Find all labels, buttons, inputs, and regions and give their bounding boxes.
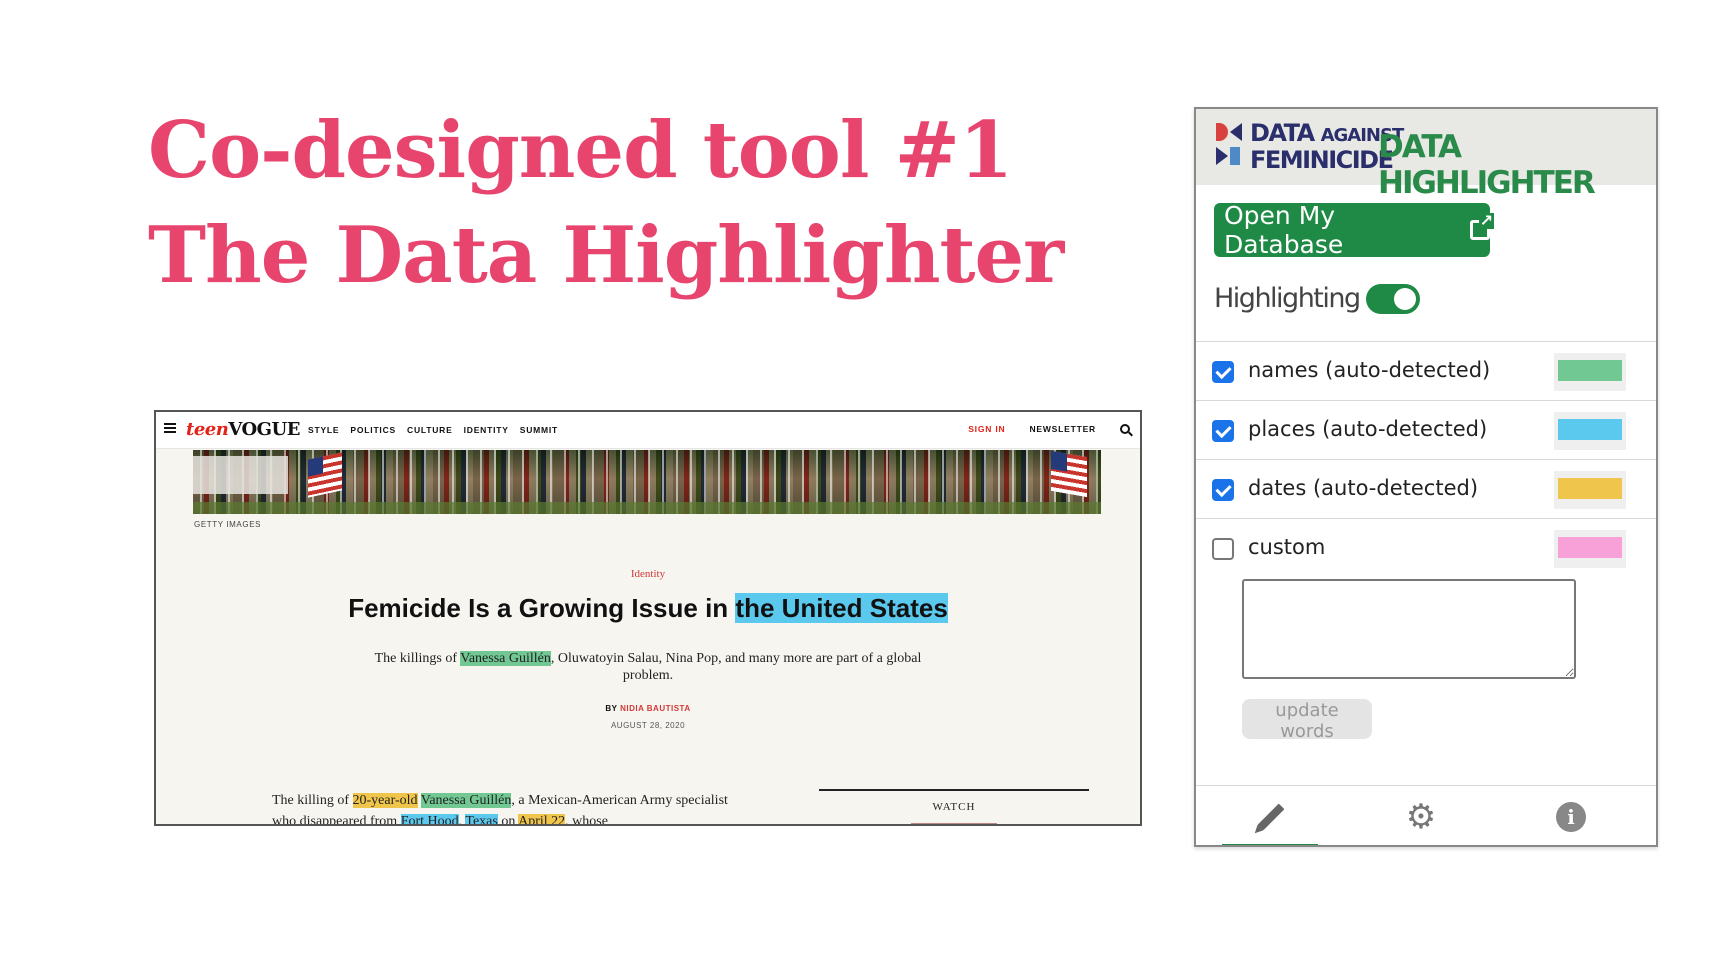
site-nav-right: SIGN IN NEWSLETTER — [968, 424, 1130, 434]
dek-text: The killings of — [374, 651, 461, 666]
nav-link-summit[interactable]: SUMMIT — [520, 425, 558, 435]
image-credit: GETTY IMAGES — [194, 520, 262, 529]
flag-graphic — [1051, 450, 1087, 498]
dates-checkbox[interactable] — [1212, 479, 1234, 501]
byline-prefix: BY — [605, 704, 621, 713]
names-checkbox[interactable] — [1212, 361, 1234, 383]
search-icon[interactable] — [1120, 424, 1130, 434]
highlighting-row: Highlighting — [1214, 283, 1420, 314]
highlighting-label: Highlighting — [1214, 283, 1361, 314]
highlight-date: 20-year-old — [352, 793, 418, 808]
highlighting-toggle[interactable] — [1365, 283, 1420, 314]
update-words-button[interactable]: update words — [1242, 699, 1372, 742]
color-picker[interactable] — [1554, 353, 1626, 391]
color-swatch — [1558, 537, 1622, 558]
tab-info[interactable]: i — [1496, 786, 1646, 845]
open-database-label: Open My Database — [1224, 201, 1344, 259]
sign-in-link[interactable]: SIGN IN — [968, 424, 1005, 434]
highlight-place: Texas — [465, 814, 498, 824]
highlight-date: April 22 — [518, 814, 566, 824]
site-navbar: teenVOGUE STYLE POLITICS CULTURE IDENTIT… — [156, 412, 1140, 449]
color-swatch — [1558, 419, 1622, 440]
brand-line-1: DATA — [1250, 119, 1315, 147]
site-nav-links: STYLE POLITICS CULTURE IDENTITY SUMMIT — [308, 425, 558, 435]
publish-date: AUGUST 28, 2020 — [610, 721, 686, 730]
highlight-name: Vanessa Guillén — [420, 793, 512, 808]
places-checkbox[interactable] — [1212, 420, 1234, 442]
color-picker[interactable] — [1554, 412, 1626, 450]
tab-settings[interactable]: ⚙ — [1346, 786, 1496, 845]
highlight-place: the United States — [735, 593, 948, 623]
nav-link-style[interactable]: STYLE — [308, 425, 339, 435]
slide-title: Co-designed tool #1 The Data Highlighter — [148, 98, 1064, 308]
option-label: custom — [1248, 535, 1326, 559]
watch-module: WATCH — [819, 789, 1089, 824]
option-names: names (auto-detected) — [1196, 341, 1656, 400]
hero-image — [193, 450, 1101, 514]
color-picker[interactable] — [1554, 471, 1626, 509]
hamburger-menu-icon[interactable] — [164, 423, 176, 433]
highlight-place: Fort Hood — [400, 814, 459, 824]
body-text: on — [497, 814, 519, 826]
tab-highlight[interactable] — [1196, 786, 1346, 845]
data-highlighter-panel: DATA AGAINST FEMINICIDE DATA HIGHLIGHTER… — [1194, 107, 1658, 847]
custom-words-textarea[interactable] — [1242, 579, 1576, 679]
hero-image-detail — [193, 456, 288, 494]
option-places: places (auto-detected) — [1196, 400, 1656, 459]
option-custom: custom — [1196, 518, 1656, 577]
author-link[interactable]: NIDIA BAUTISTA — [620, 704, 691, 713]
panel-tabbar: ⚙ i — [1196, 785, 1656, 845]
watch-label: WATCH — [932, 801, 976, 813]
data-against-feminicide-logo-icon — [1216, 123, 1246, 171]
external-link-icon — [1470, 213, 1494, 240]
hero-image-detail — [193, 502, 1101, 514]
color-swatch — [1558, 478, 1622, 499]
newsletter-link[interactable]: NEWSLETTER — [1029, 424, 1096, 434]
highlight-options: names (auto-detected) places (auto-detec… — [1196, 341, 1656, 577]
article-dek: The killings of Vanessa Guillén, Oluwato… — [348, 650, 948, 684]
logo-prefix: teen — [186, 419, 229, 440]
color-picker[interactable] — [1554, 530, 1626, 568]
body-text: The killing of — [272, 793, 353, 808]
article-screenshot: teenVOGUE STYLE POLITICS CULTURE IDENTIT… — [154, 410, 1142, 826]
body-text: , whose — [565, 814, 608, 826]
option-label: names (auto-detected) — [1248, 358, 1491, 382]
article-headline: Femicide Is a Growing Issue in the Unite… — [338, 590, 958, 626]
article-body: The killing of 20-year-old Vanessa Guill… — [272, 790, 732, 826]
panel-header: DATA AGAINST FEMINICIDE DATA HIGHLIGHTER — [1196, 109, 1656, 201]
article-header: Identity Femicide Is a Growing Issue in … — [156, 568, 1140, 730]
flag-graphic — [308, 452, 342, 498]
toggle-knob — [1393, 287, 1416, 310]
custom-checkbox[interactable] — [1212, 538, 1234, 560]
headline-text: Femicide Is a Growing Issue in — [348, 593, 736, 623]
option-label: dates (auto-detected) — [1248, 476, 1479, 500]
slide-title-line-2: The Data Highlighter — [148, 210, 1064, 301]
dek-text: , Oluwatoyin Salau, Nina Pop, and many m… — [550, 651, 922, 683]
nav-link-culture[interactable]: CULTURE — [407, 425, 453, 435]
option-label: places (auto-detected) — [1248, 417, 1488, 441]
nav-link-politics[interactable]: POLITICS — [350, 425, 396, 435]
byline: BY NIDIA BAUTISTA — [156, 704, 1140, 713]
color-swatch — [1558, 360, 1622, 381]
highlight-name: Vanessa Guillén — [460, 651, 551, 666]
nav-link-identity[interactable]: IDENTITY — [464, 425, 509, 435]
open-database-button[interactable]: Open My Database — [1214, 201, 1494, 259]
video-thumbnail[interactable] — [911, 823, 997, 824]
article-rubric[interactable]: Identity — [156, 568, 1140, 580]
pencil-icon — [1257, 803, 1285, 831]
logo-suffix: VOGUE — [228, 419, 300, 440]
gear-icon: ⚙ — [1405, 797, 1437, 837]
slide-title-line-1: Co-designed tool #1 — [148, 105, 1013, 196]
option-dates: dates (auto-detected) — [1196, 459, 1656, 518]
site-logo[interactable]: teenVOGUE — [186, 419, 300, 440]
panel-title: DATA HIGHLIGHTER — [1378, 129, 1596, 201]
info-icon: i — [1556, 802, 1586, 832]
